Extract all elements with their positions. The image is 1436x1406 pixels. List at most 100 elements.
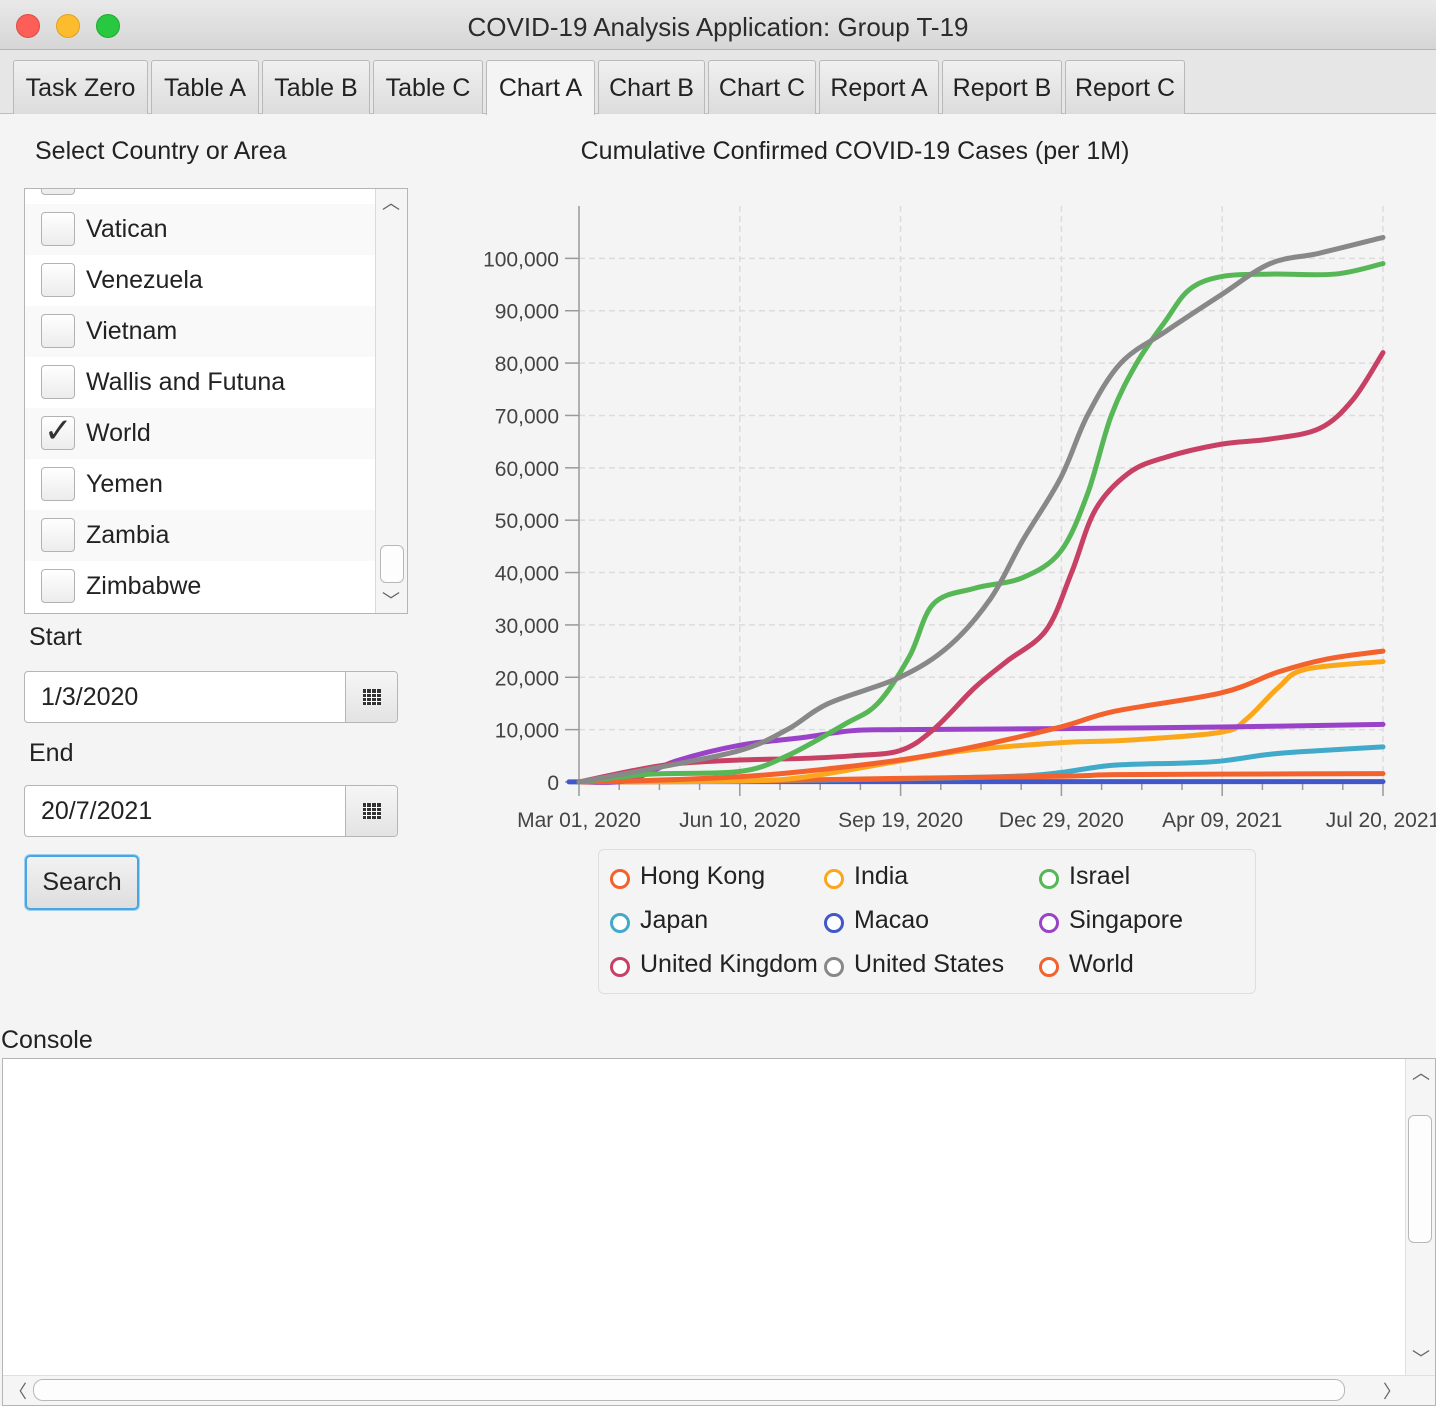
legend-label: Macao bbox=[854, 906, 930, 934]
tab-table-c[interactable]: Table C bbox=[373, 60, 483, 114]
x-tick-label: Jul 20, 2021 bbox=[1326, 809, 1436, 832]
tab-chart-b[interactable]: Chart B bbox=[598, 60, 705, 114]
legend-symbol bbox=[610, 957, 630, 977]
y-tick-label: 0 bbox=[547, 772, 559, 795]
legend-symbol bbox=[1039, 869, 1059, 889]
list-item[interactable]: Wallis and Futuna bbox=[25, 357, 375, 408]
scrollbar-thumb[interactable] bbox=[33, 1379, 1345, 1401]
legend-label: United Kingdom bbox=[640, 950, 818, 978]
legend-label: World bbox=[1069, 950, 1134, 978]
chevron-down-icon[interactable]: ﹀ bbox=[1412, 1345, 1430, 1371]
tab-report-c[interactable]: Report C bbox=[1065, 60, 1185, 114]
country-label: Wallis and Futuna bbox=[86, 368, 286, 396]
y-tick-label: 80,000 bbox=[495, 353, 559, 376]
country-label: Vietnam bbox=[86, 317, 178, 345]
calendar-icon bbox=[363, 803, 381, 819]
country-checkbox[interactable] bbox=[41, 263, 75, 297]
legend-label: United States bbox=[854, 950, 1005, 978]
window-title-bar: COVID-19 Analysis Application: Group T-1… bbox=[0, 0, 1436, 50]
end-label: End bbox=[29, 739, 74, 767]
legend-label: Singapore bbox=[1069, 906, 1183, 934]
legend-label: Hong Kong bbox=[640, 862, 766, 890]
tab-table-a[interactable]: Table A bbox=[151, 60, 259, 114]
country-label: Vatican bbox=[86, 215, 168, 243]
x-tick-label: Sep 19, 2020 bbox=[838, 809, 963, 832]
chevron-right-icon[interactable]: 〉 bbox=[1383, 1378, 1401, 1404]
end-date-picker[interactable]: 20/7/2021 bbox=[24, 785, 398, 837]
legend-symbol bbox=[824, 957, 844, 977]
y-tick-label: 40,000 bbox=[495, 563, 559, 586]
start-date-input[interactable]: 1/3/2020 bbox=[41, 683, 138, 712]
chevron-up-icon[interactable]: ︿ bbox=[1412, 1059, 1430, 1085]
tab-chart-a[interactable]: Chart A bbox=[486, 60, 595, 115]
tab-task-zero[interactable]: Task Zero bbox=[13, 60, 148, 114]
y-tick-label: 90,000 bbox=[495, 301, 559, 324]
tab-report-a[interactable]: Report A bbox=[819, 60, 939, 114]
search-button[interactable]: Search bbox=[25, 855, 139, 910]
legend-symbol bbox=[610, 869, 630, 889]
country-checkbox[interactable] bbox=[41, 189, 75, 195]
select-country-label: Select Country or Area bbox=[35, 137, 287, 165]
scrollbar-thumb[interactable] bbox=[380, 545, 404, 583]
country-checkbox[interactable] bbox=[41, 314, 75, 348]
list-item[interactable]: Yemen bbox=[25, 459, 375, 510]
list-item[interactable]: Zimbabwe bbox=[25, 561, 375, 612]
chart-legend: Hong Kong India Israel Japan Macao Singa… bbox=[598, 849, 1256, 994]
line-chart: 0 10,000 20,000 30,000 40,000 50,000 60,000 70,… bbox=[483, 206, 1436, 832]
scrollbar-thumb[interactable] bbox=[1408, 1115, 1432, 1243]
legend-symbol bbox=[1039, 957, 1059, 977]
tab-chart-c[interactable]: Chart C bbox=[708, 60, 816, 114]
list-item[interactable]: Venezuela bbox=[25, 255, 375, 306]
window-title: COVID-19 Analysis Application: Group T-1… bbox=[467, 12, 969, 42]
series-line-united-kingdom bbox=[576, 350, 1386, 785]
tab-report-b[interactable]: Report B bbox=[942, 60, 1062, 114]
y-tick-label: 70,000 bbox=[495, 405, 559, 428]
y-tick-label: 30,000 bbox=[495, 615, 559, 638]
y-tick-label: 50,000 bbox=[495, 510, 559, 533]
y-tick-label: 100,000 bbox=[483, 248, 559, 271]
chevron-up-icon[interactable]: ︿ bbox=[382, 189, 400, 215]
console-label: Console bbox=[1, 1026, 93, 1054]
chevron-left-icon[interactable]: 〈 bbox=[9, 1378, 27, 1404]
x-tick-label: Jun 10, 2020 bbox=[679, 809, 800, 832]
console-vertical-scrollbar[interactable]: ︿ ﹀ bbox=[1405, 1059, 1435, 1375]
legend-label: India bbox=[854, 862, 909, 890]
legend-symbol bbox=[824, 913, 844, 933]
legend-label: Israel bbox=[1069, 862, 1131, 890]
y-tick-label: 20,000 bbox=[495, 667, 559, 690]
country-label: Zimbabwe bbox=[86, 572, 202, 600]
start-calendar-button[interactable] bbox=[345, 672, 397, 722]
calendar-icon bbox=[363, 689, 381, 705]
list-item[interactable]: ✓ World bbox=[25, 408, 375, 459]
legend-symbol bbox=[610, 913, 630, 933]
list-item[interactable]: Vatican bbox=[25, 204, 375, 255]
y-tick-label: 10,000 bbox=[495, 720, 559, 743]
country-checkbox[interactable] bbox=[41, 212, 75, 246]
legend-label: Japan bbox=[640, 906, 709, 934]
country-list-scrollbar[interactable]: ︿ ﹀ bbox=[375, 189, 407, 613]
chevron-down-icon[interactable]: ﹀ bbox=[382, 587, 400, 613]
list-item[interactable]: Vietnam bbox=[25, 306, 375, 357]
country-checkbox[interactable] bbox=[41, 518, 75, 552]
country-checkbox[interactable] bbox=[41, 365, 75, 399]
end-calendar-button[interactable] bbox=[345, 786, 397, 836]
country-label: Zambia bbox=[86, 521, 170, 549]
country-checkbox[interactable] bbox=[41, 467, 75, 501]
checkmark-icon: ✓ bbox=[44, 411, 73, 451]
country-checkbox[interactable]: ✓ bbox=[41, 411, 75, 451]
end-date-input[interactable]: 20/7/2021 bbox=[41, 797, 152, 826]
y-tick-label: 60,000 bbox=[495, 458, 559, 481]
country-checkbox[interactable] bbox=[41, 569, 75, 603]
tab-table-b[interactable]: Table B bbox=[262, 60, 370, 114]
start-date-picker[interactable]: 1/3/2020 bbox=[24, 671, 398, 723]
country-label: Venezuela bbox=[86, 266, 203, 294]
list-item[interactable]: Zambia bbox=[25, 510, 375, 561]
console-horizontal-scrollbar[interactable]: 〈 〉 bbox=[3, 1375, 1435, 1405]
country-list[interactable]: Vatican Venezuela Vietnam Wallis and Fut… bbox=[24, 188, 408, 614]
legend-symbol bbox=[1039, 913, 1059, 933]
list-item[interactable] bbox=[25, 189, 375, 204]
x-tick-label: Dec 29, 2020 bbox=[999, 809, 1124, 832]
x-tick-label: Apr 09, 2021 bbox=[1162, 809, 1282, 832]
console-output[interactable]: ︿ ﹀ 〈 〉 bbox=[2, 1058, 1436, 1406]
country-label: Yemen bbox=[86, 470, 163, 498]
